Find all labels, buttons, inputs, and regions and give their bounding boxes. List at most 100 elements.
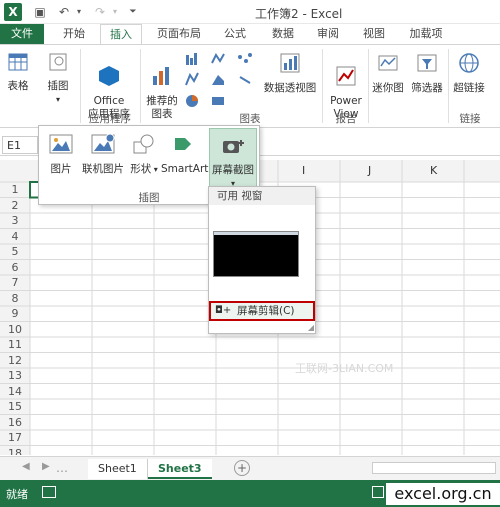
online-picture-button[interactable]: 联机图片 <box>79 132 127 176</box>
thumbnail-titlebar <box>214 232 298 235</box>
online-picture-icon <box>91 133 115 154</box>
row-header[interactable]: 5 <box>0 244 30 260</box>
row-header[interactable]: 12 <box>0 353 30 369</box>
smartart-button[interactable]: SmartArt <box>161 132 209 176</box>
sheet-more-icon[interactable]: … <box>56 461 68 475</box>
status-bar: 就绪 excel.org.cn <box>0 480 500 507</box>
group-label-reports: 报告 <box>335 113 357 125</box>
screenshot-camera-icon <box>223 140 244 153</box>
available-windows-header: 可用 视窗 <box>209 187 315 205</box>
row-header[interactable]: 13 <box>0 368 30 384</box>
hyperlink-button[interactable]: 超链接 <box>450 51 488 95</box>
title-bar: X ▣ ↶ ▾ ↷ ▾ ⏷ 工作簿2 - Excel <box>0 0 500 24</box>
tab-view[interactable]: 视图 <box>356 24 392 44</box>
row-header[interactable]: 16 <box>0 415 30 431</box>
tab-data[interactable]: 数据 <box>262 24 304 44</box>
ribbon: 表格 插图 ▾ Office 应用程序 推荐的 图表 数据透视图 Power V <box>0 44 500 128</box>
ribbon-separator <box>140 49 141 123</box>
customize-toolbar-icon[interactable]: ⏷ <box>128 4 138 20</box>
redo-dropdown-icon[interactable]: ▾ <box>110 4 120 20</box>
available-window-thumbnail[interactable] <box>213 231 299 277</box>
row-header[interactable]: 14 <box>0 384 30 400</box>
row-header[interactable]: 9 <box>0 306 30 322</box>
macro-record-icon[interactable] <box>42 486 56 498</box>
sheet-tab-bar: ◀ ▶ … Sheet1 Sheet3 + <box>0 456 500 480</box>
group-label-charts: 图表 <box>239 113 261 125</box>
column-header-j[interactable]: J <box>368 164 371 177</box>
site-watermark: excel.org.cn <box>386 483 500 505</box>
tab-home[interactable]: 开始 <box>52 24 96 44</box>
sparklines-button[interactable]: 迷你图 <box>370 51 406 95</box>
status-text: 就绪 <box>6 488 28 501</box>
save-icon[interactable]: ▣ <box>32 4 48 20</box>
recommended-charts-button[interactable]: 推荐的 图表 <box>142 51 182 134</box>
undo-dropdown-icon[interactable]: ▾ <box>74 4 84 20</box>
sheet-prev-icon[interactable]: ◀ <box>22 461 30 472</box>
pivot-chart-label: 数据透视图 <box>263 82 317 94</box>
row-header[interactable]: 2 <box>0 198 30 214</box>
tab-formulas[interactable]: 公式 <box>214 24 256 44</box>
group-label-apps: 应用程序 <box>89 113 131 125</box>
row-header[interactable]: 17 <box>0 430 30 446</box>
table-icon <box>8 53 28 71</box>
ribbon-separator <box>80 49 81 123</box>
picture-button[interactable]: 图片 <box>43 132 79 176</box>
add-sheet-icon[interactable]: + <box>234 460 250 476</box>
shapes-button[interactable]: 形状 ▾ <box>127 132 161 176</box>
online-picture-label: 联机图片 <box>82 163 124 175</box>
redo-icon[interactable]: ↷ <box>92 4 108 20</box>
illustrations-label: 插图 <box>47 80 69 92</box>
row-header[interactable]: 18 <box>0 446 30 456</box>
chart-types-icon <box>185 53 252 107</box>
filter-label: 筛选器 <box>411 82 443 94</box>
pivot-chart-icon <box>280 53 300 73</box>
ribbon-separator <box>448 49 449 123</box>
row-header[interactable]: 8 <box>0 291 30 307</box>
illustrations-icon <box>49 53 67 71</box>
recommended-charts-label: 推荐的 图表 <box>146 95 178 120</box>
ribbon-separator <box>368 49 369 123</box>
row-header[interactable]: 1 <box>0 182 30 198</box>
pivot-chart-button[interactable]: 数据透视图 <box>262 51 318 95</box>
sheet-tab-sheet3[interactable]: Sheet3 <box>148 459 212 479</box>
sparklines-label: 迷你图 <box>372 82 404 94</box>
ribbon-tabs: 文件 开始 插入 页面布局 公式 数据 审阅 视图 加载项 <box>0 24 500 44</box>
filter-icon <box>417 54 437 72</box>
sheet-tab-sheet1[interactable]: Sheet1 <box>88 459 148 479</box>
column-header-k[interactable]: K <box>430 164 437 177</box>
name-box[interactable]: E1 <box>2 136 38 154</box>
sheet-next-icon[interactable]: ▶ <box>42 461 50 472</box>
screen-clipping-button[interactable]: ◘+ 屏幕剪辑(C) <box>209 301 315 321</box>
sparklines-icon <box>378 55 398 71</box>
tab-addins[interactable]: 加载项 <box>400 24 452 44</box>
ribbon-separator <box>322 49 323 123</box>
row-header[interactable]: 4 <box>0 229 30 245</box>
row-header[interactable]: 10 <box>0 322 30 338</box>
illustrations-dropdown-icon: ▾ <box>55 95 60 104</box>
row-header[interactable]: 7 <box>0 275 30 291</box>
column-header-i[interactable]: I <box>302 164 305 177</box>
smartart-label: SmartArt <box>161 163 209 175</box>
screenshot-button[interactable]: 屏幕截图 ▾ <box>209 128 257 188</box>
excel-logo-icon: X <box>4 3 22 21</box>
tab-review[interactable]: 审阅 <box>310 24 346 44</box>
illustrations-button[interactable]: 插图 ▾ <box>40 51 76 106</box>
horizontal-scrollbar[interactable] <box>372 462 496 474</box>
row-header[interactable]: 6 <box>0 260 30 276</box>
row-header[interactable]: 11 <box>0 337 30 353</box>
filter-button[interactable]: 筛选器 <box>408 51 446 95</box>
shapes-label: 形状 ▾ <box>127 163 161 176</box>
resize-grip-icon[interactable]: ◢ <box>308 323 314 332</box>
row-header[interactable]: 3 <box>0 213 30 229</box>
row-header[interactable]: 15 <box>0 399 30 415</box>
tab-file[interactable]: 文件 <box>0 24 44 44</box>
tab-page-layout[interactable]: 页面布局 <box>148 24 210 44</box>
shapes-dropdown-icon: ▾ <box>151 165 158 174</box>
undo-icon[interactable]: ↶ <box>56 4 72 20</box>
screenshot-dropdown: 可用 视窗 ◘+ 屏幕剪辑(C) ◢ <box>208 186 316 334</box>
smartart-icon <box>175 138 191 150</box>
picture-icon <box>49 134 73 154</box>
normal-view-icon[interactable] <box>372 486 384 498</box>
table-button[interactable]: 表格 <box>2 51 34 93</box>
tab-insert[interactable]: 插入 <box>100 24 142 44</box>
